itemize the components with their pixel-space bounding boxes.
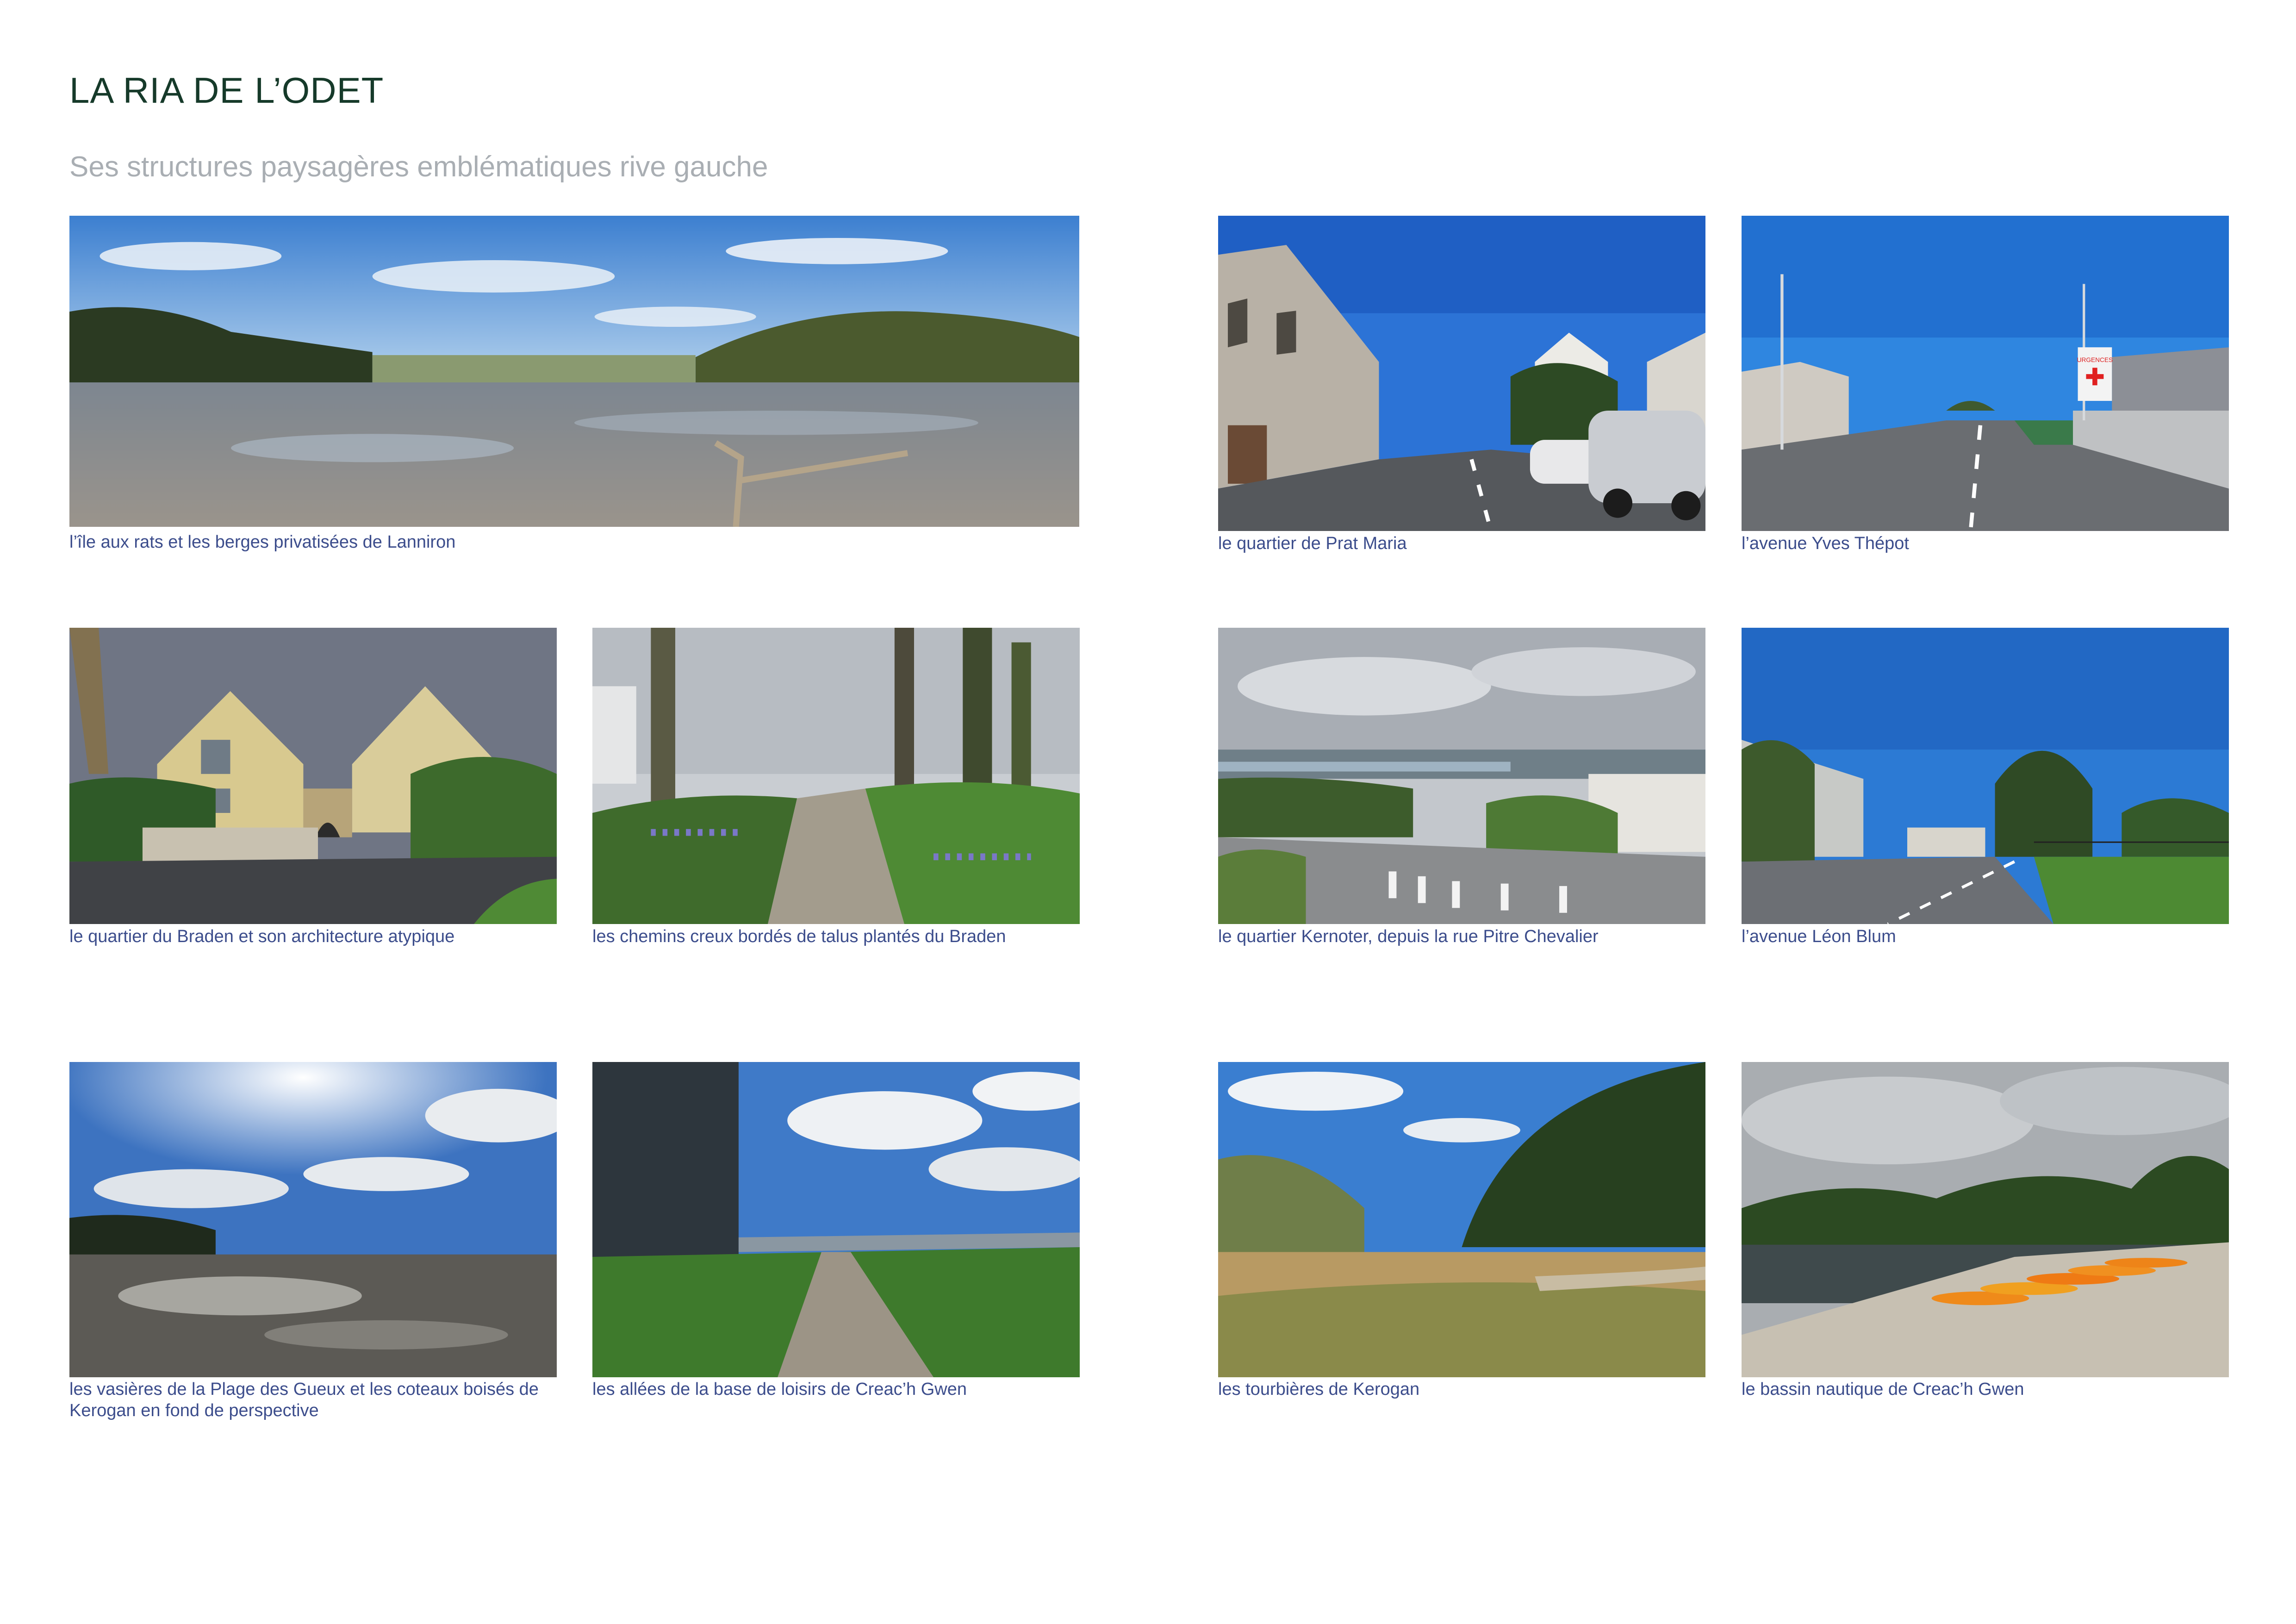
photo-caption: le quartier du Braden et son architectur… — [69, 927, 455, 946]
page-title: LA RIA DE L’ODET — [69, 70, 384, 111]
photo-prat-maria — [1218, 216, 1705, 531]
photo-allees-creach-gwen — [592, 1062, 1080, 1377]
photo-caption: les chemins creux bordés de talus planté… — [592, 927, 1006, 946]
photo-caption: l’île aux rats et les berges privatisées… — [69, 532, 456, 552]
photo-vasieres — [69, 1062, 557, 1377]
photo-caption: l’avenue Léon Blum — [1742, 927, 1896, 946]
page-subtitle: Ses structures paysagères emblématiques … — [69, 151, 768, 183]
photo-caption: le bassin nautique de Creac’h Gwen — [1742, 1380, 2024, 1399]
urgences-sign-text: URGENCES — [2077, 356, 2113, 363]
photo-yves-thepot: URGENCES — [1742, 216, 2229, 531]
photo-lanniron — [69, 216, 1079, 527]
photo-caption: l’avenue Yves Thépot — [1742, 534, 1909, 553]
photo-caption: le quartier Kernoter, depuis la rue Pitr… — [1218, 927, 1599, 946]
photo-caption: les tourbières de Kerogan — [1218, 1380, 1420, 1399]
photo-leon-blum — [1742, 628, 2229, 924]
photo-chemins-creux — [592, 628, 1080, 924]
photo-caption: le quartier de Prat Maria — [1218, 534, 1407, 553]
photo-tourbieres — [1218, 1062, 1705, 1377]
photo-bassin-nautique — [1742, 1062, 2229, 1377]
photo-caption: les vasières de la Plage des Gueux et le… — [69, 1380, 539, 1420]
photo-kernoter — [1218, 628, 1705, 924]
photo-caption: les allées de la base de loisirs de Crea… — [592, 1380, 967, 1399]
photo-braden-architecture — [69, 628, 557, 924]
